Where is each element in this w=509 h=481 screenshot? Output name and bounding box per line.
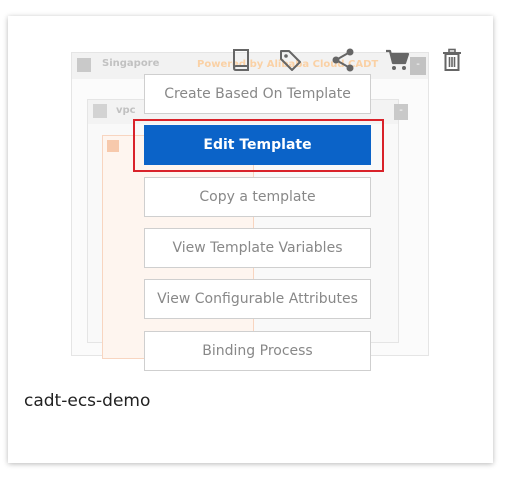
- vpc-collapse-button: -: [394, 104, 408, 120]
- binding-process-button[interactable]: Binding Process: [144, 331, 371, 371]
- vswitch-icon: [107, 140, 119, 152]
- view-template-variables-button[interactable]: View Template Variables: [144, 228, 371, 268]
- book-icon[interactable]: [227, 46, 255, 74]
- region-collapse-button: -: [410, 57, 426, 75]
- template-card: Singapore Powered by Alibaba Cloud CADT …: [8, 16, 493, 463]
- card-preview: Singapore Powered by Alibaba Cloud CADT …: [8, 16, 493, 371]
- region-icon: [77, 58, 91, 72]
- vpc-icon: [93, 104, 107, 118]
- template-name: cadt-ecs-demo: [24, 391, 151, 411]
- cart-icon[interactable]: [383, 46, 411, 74]
- vpc-label: vpc: [116, 105, 136, 116]
- share-icon[interactable]: [329, 46, 357, 74]
- create-based-on-template-button[interactable]: Create Based On Template: [144, 74, 371, 114]
- trash-icon[interactable]: [438, 46, 466, 74]
- copy-template-button[interactable]: Copy a template: [144, 177, 371, 217]
- view-configurable-attributes-button[interactable]: View Configurable Attributes: [144, 279, 371, 319]
- region-label: Singapore: [102, 58, 160, 69]
- edit-template-highlight: [133, 119, 384, 172]
- tag-icon[interactable]: [276, 46, 304, 74]
